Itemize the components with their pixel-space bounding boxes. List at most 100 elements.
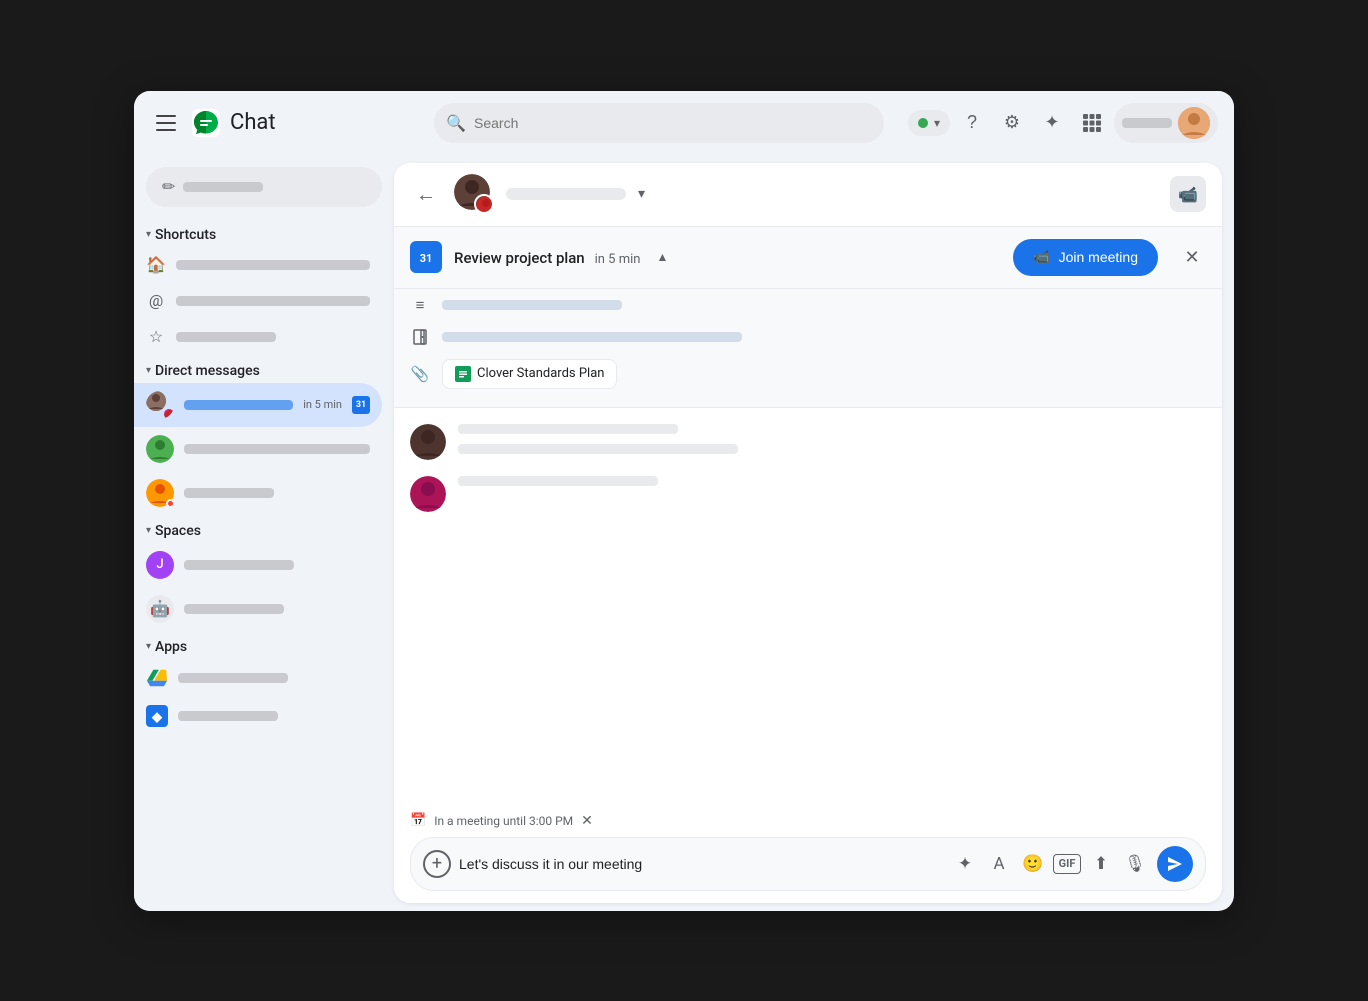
search-icon: 🔍	[446, 113, 466, 132]
video-call-button[interactable]: 📹	[1170, 176, 1206, 212]
menu-icon[interactable]	[150, 107, 182, 139]
chat-name-chevron[interactable]: ▾	[638, 186, 645, 202]
dm3-name	[184, 488, 274, 498]
main-chat: ← ▾ 📹	[394, 163, 1222, 903]
apps-label: Apps	[155, 639, 187, 655]
chat-name-placeholder	[506, 188, 626, 200]
chat-logo	[190, 107, 222, 139]
apps-section-header[interactable]: ▾ Apps	[134, 631, 394, 659]
starred-item-label	[176, 332, 276, 342]
sidebar-item-dm3[interactable]	[134, 471, 382, 515]
svg-text:◆: ◆	[151, 710, 163, 725]
apps-icon[interactable]	[1074, 105, 1110, 141]
emoji-icon[interactable]: 🙂	[1019, 850, 1047, 878]
drive-icon	[146, 667, 168, 689]
apps-chevron: ▾	[146, 641, 151, 652]
compose-tools: ✦ A 🙂 GIF ⬆ 🎙	[951, 850, 1149, 878]
active-dm-name	[184, 400, 293, 410]
body: ✏ ▾ Shortcuts 🏠 @ ☆ ▾	[134, 155, 1234, 911]
msg-line-1a	[458, 424, 678, 434]
chat-avatars	[454, 174, 494, 214]
sidebar-item-starred[interactable]: ☆	[134, 319, 382, 355]
sidebar: ✏ ▾ Shortcuts 🏠 @ ☆ ▾	[134, 155, 394, 911]
meeting-status-bar: 📅 In a meeting until 3:00 PM ✕	[410, 809, 1206, 837]
help-icon[interactable]: ?	[954, 105, 990, 141]
gif-icon[interactable]: GIF	[1053, 854, 1081, 874]
star-icon: ☆	[146, 327, 166, 347]
attachment-filename: Clover Standards Plan	[477, 366, 604, 381]
join-meeting-button[interactable]: 📹 Join meeting	[1013, 239, 1158, 276]
sidebar-item-mentions[interactable]: @	[134, 283, 382, 319]
back-button[interactable]: ←	[410, 178, 442, 210]
messages-area	[394, 408, 1222, 801]
at-icon: @	[146, 291, 166, 311]
meeting-status-close-button[interactable]: ✕	[581, 813, 593, 829]
sidebar-item-drive[interactable]	[134, 659, 382, 697]
shortcuts-section-header[interactable]: ▾ Shortcuts	[134, 219, 394, 247]
text-align-icon: ≡	[410, 295, 430, 315]
search-input[interactable]	[434, 103, 884, 143]
diamond-app-icon: ◆	[146, 705, 168, 727]
message-row-2	[410, 476, 1206, 512]
sidebar-item-diamond-app[interactable]: ◆	[134, 697, 382, 735]
sidebar-item-space-bot[interactable]: 🤖	[134, 587, 382, 631]
mic-icon[interactable]: 🎙	[1121, 850, 1149, 878]
close-banner-button[interactable]: ✕	[1178, 243, 1206, 271]
sidebar-item-dm2[interactable]	[134, 427, 382, 471]
upload-icon[interactable]: ⬆	[1087, 850, 1115, 878]
attachment-file[interactable]: Clover Standards Plan	[442, 359, 617, 389]
sidebar-item-home[interactable]: 🏠	[134, 247, 382, 283]
chat-avatar-secondary	[474, 194, 494, 214]
compose-input[interactable]	[459, 856, 943, 872]
msg-avatar-2	[410, 476, 446, 512]
sheets-icon	[455, 366, 471, 382]
search-bar: 🔍	[434, 103, 884, 143]
space-bot-name	[184, 604, 284, 614]
meeting-status-text: In a meeting until 3:00 PM	[434, 814, 573, 828]
sidebar-item-space-j[interactable]: J	[134, 543, 382, 587]
new-chat-label	[183, 182, 263, 192]
spaces-label: Spaces	[155, 523, 201, 539]
status-dot	[918, 118, 928, 128]
space-j-avatar: J	[146, 551, 174, 579]
user-avatar-chip[interactable]	[1114, 103, 1218, 143]
dm-time-badge: in 5 min	[303, 398, 342, 411]
topbar: Chat 🔍 ▾ ? ⚙ ✦	[134, 91, 1234, 155]
text-format-icon[interactable]: A	[985, 850, 1013, 878]
diamond-app-name	[178, 711, 278, 721]
join-meeting-label: Join meeting	[1059, 249, 1138, 265]
calendar-icon: 31	[410, 241, 442, 273]
dm-avatar-2	[146, 435, 174, 463]
sparkle-icon[interactable]: ✦	[951, 850, 979, 878]
home-item-label	[176, 260, 370, 270]
banner-expand-chevron[interactable]: ▲	[656, 250, 668, 264]
shortcuts-label: Shortcuts	[155, 227, 216, 243]
door-icon	[410, 327, 430, 347]
topbar-left: Chat	[150, 107, 410, 139]
message-row-1	[410, 424, 1206, 460]
dm-avatar-active	[146, 391, 174, 419]
settings-icon[interactable]: ⚙	[994, 105, 1030, 141]
sidebar-item-active-dm[interactable]: in 5 min 31	[134, 383, 382, 427]
drive-app-name	[178, 673, 288, 683]
msg-avatar-1	[410, 424, 446, 460]
chat-header: ← ▾ 📹	[394, 163, 1222, 227]
add-attachment-button[interactable]: +	[423, 850, 451, 878]
app-window: Chat 🔍 ▾ ? ⚙ ✦	[134, 91, 1234, 911]
compose-box: + ✦ A 🙂 GIF ⬆ 🎙	[410, 837, 1206, 891]
banner-title: Review project plan	[454, 249, 585, 267]
spaces-section-header[interactable]: ▾ Spaces	[134, 515, 394, 543]
banner-detail-row1: ≡	[410, 289, 1206, 321]
shortcuts-chevron: ▾	[146, 229, 151, 240]
banner-detail-text2	[442, 332, 742, 342]
app-title: Chat	[230, 110, 276, 135]
chat-header-right: 📹	[1170, 176, 1206, 212]
direct-messages-section-header[interactable]: ▾ Direct messages	[134, 355, 394, 383]
send-button[interactable]	[1157, 846, 1193, 882]
space-j-name	[184, 560, 294, 570]
msg-content-1	[458, 424, 1206, 454]
new-chat-button[interactable]: ✏	[146, 167, 382, 207]
status-pill[interactable]: ▾	[908, 110, 950, 136]
gemini-icon[interactable]: ✦	[1034, 105, 1070, 141]
paperclip-icon: 📎	[410, 364, 430, 384]
